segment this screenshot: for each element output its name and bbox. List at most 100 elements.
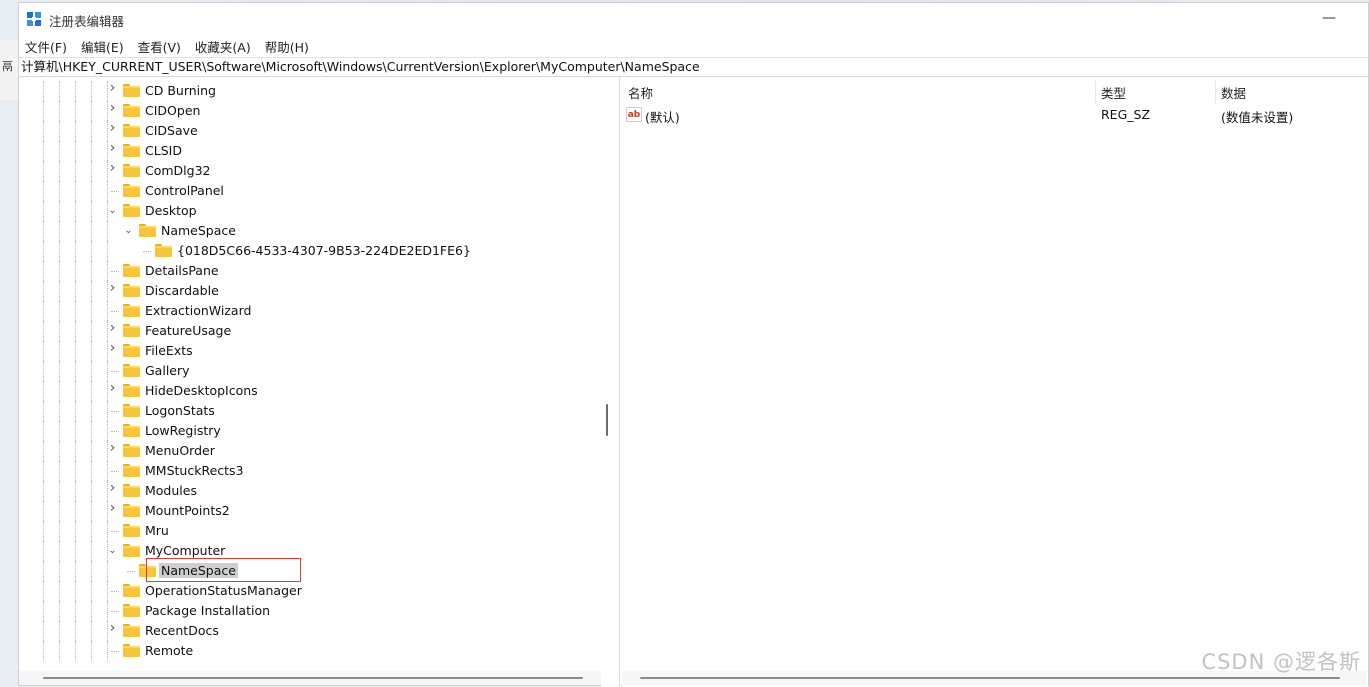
tree-node-label[interactable]: MountPoints2 [145, 503, 230, 518]
chevron-right-icon[interactable]: › [107, 481, 118, 495]
column-header-data[interactable]: 数据 [1221, 83, 1246, 102]
tree-node-label[interactable]: Gallery [145, 363, 190, 378]
chevron-right-icon[interactable]: › [107, 141, 118, 155]
tree-node-label[interactable]: MMStuckRects3 [145, 463, 244, 478]
pane-splitter[interactable] [601, 77, 621, 687]
tree-node[interactable]: › CD Burning [19, 81, 601, 101]
column-header-type[interactable]: 类型 [1101, 83, 1126, 102]
tree-node[interactable]: Package Installation [19, 601, 601, 621]
tree-node-label[interactable]: Discardable [145, 283, 219, 298]
tree-node-label[interactable]: Package Installation [145, 603, 270, 618]
tree-node-label[interactable]: {018D5C66-4533-4307-9B53-224DE2ED1FE6} [177, 243, 471, 258]
minimize-button[interactable]: — [1314, 7, 1344, 29]
tree-node-label[interactable]: RecentDocs [145, 623, 219, 638]
tree-node-label[interactable]: Desktop [145, 203, 197, 218]
tree-node[interactable]: ControlPanel [19, 181, 601, 201]
chevron-right-icon[interactable]: › [107, 621, 118, 635]
menu-view[interactable]: 查看(V) [138, 35, 188, 55]
chevron-down-icon[interactable]: ⌄ [107, 545, 118, 556]
tree-node[interactable]: DetailsPane [19, 261, 601, 281]
tree-vertical-scroll-thumb[interactable] [606, 404, 608, 436]
title-bar[interactable]: 注册表编辑器 — [19, 3, 1368, 35]
tree-scroll-thumb[interactable] [43, 677, 583, 679]
tree-node-label[interactable]: CLSID [145, 143, 182, 158]
column-separator[interactable] [1095, 81, 1096, 103]
tree-node[interactable]: ExtractionWizard [19, 301, 601, 321]
tree-node[interactable]: OperationStatusManager [19, 581, 601, 601]
address-bar[interactable]: 计算机\HKEY_CURRENT_USER\Software\Microsoft… [19, 57, 1368, 77]
tree-guide-line [107, 601, 108, 621]
tree-node-label[interactable]: MyComputer [145, 543, 225, 558]
tree-node-label[interactable]: NameSpace [161, 223, 236, 238]
tree-node-label[interactable]: MenuOrder [145, 443, 215, 458]
tree-node[interactable]: › Modules [19, 481, 601, 501]
tree-node-label[interactable]: FeatureUsage [145, 323, 231, 338]
tree-node[interactable]: › CLSID [19, 141, 601, 161]
tree-node[interactable]: LogonStats [19, 401, 601, 421]
menu-edit[interactable]: 编辑(E) [81, 35, 131, 55]
tree-node-label[interactable]: FileExts [145, 343, 193, 358]
tree-node[interactable]: Remote [19, 641, 601, 661]
tree-node[interactable]: › FeatureUsage [19, 321, 601, 341]
tree-node[interactable]: › HideDesktopIcons [19, 381, 601, 401]
tree-guide-line [59, 421, 60, 441]
tree-horizontal-scrollbar[interactable] [19, 671, 601, 685]
tree-node-label[interactable]: ExtractionWizard [145, 303, 251, 318]
chevron-right-icon[interactable]: › [107, 101, 118, 115]
column-separator[interactable] [1215, 81, 1216, 103]
key-tree-pane[interactable]: › CD Burning › CIDOpen › CIDSave › CLSID › ComDlg… [19, 77, 601, 673]
chevron-right-icon[interactable]: › [107, 381, 118, 395]
tree-node-label[interactable]: Modules [145, 483, 197, 498]
chevron-right-icon[interactable]: › [107, 121, 118, 135]
tree-node[interactable]: LowRegistry [19, 421, 601, 441]
tree-node-label[interactable]: LogonStats [145, 403, 215, 418]
tree-node-label[interactable]: CIDSave [145, 123, 198, 138]
tree-guide-line [91, 301, 92, 321]
menu-help[interactable]: 帮助(H) [265, 35, 316, 55]
tree-node-label[interactable]: Mru [145, 523, 169, 538]
tree-node-label[interactable]: Remote [145, 643, 193, 658]
chevron-right-icon[interactable]: › [107, 441, 118, 455]
column-header-name[interactable]: 名称 [628, 83, 653, 102]
chevron-right-icon[interactable]: › [107, 281, 118, 295]
chevron-down-icon[interactable]: ⌄ [107, 205, 118, 216]
tree-node-label[interactable]: HideDesktopIcons [145, 383, 258, 398]
tree-node[interactable]: ⌄ MyComputer [19, 541, 601, 561]
tree-node[interactable]: ⌄ NameSpace [19, 221, 601, 241]
tree-node-label[interactable]: ComDlg32 [145, 163, 211, 178]
chevron-right-icon[interactable]: › [107, 161, 118, 175]
tree-node-label[interactable]: ControlPanel [145, 183, 224, 198]
tree-node[interactable]: › ComDlg32 [19, 161, 601, 181]
chevron-right-icon[interactable]: › [107, 321, 118, 335]
tree-node[interactable]: ⌄ Desktop [19, 201, 601, 221]
chevron-right-icon[interactable]: › [107, 81, 118, 95]
tree-guide-line [59, 581, 60, 601]
tree-node-label[interactable]: LowRegistry [145, 423, 221, 438]
tree-node[interactable]: {018D5C66-4533-4307-9B53-224DE2ED1FE6} [19, 241, 601, 261]
values-list-pane[interactable]: 名称 类型 数据 ab (默认) REG_SZ (数值未设置) [622, 77, 1368, 687]
tree-node[interactable]: MMStuckRects3 [19, 461, 601, 481]
chevron-right-icon[interactable]: › [107, 341, 118, 355]
tree-node-label[interactable]: CIDOpen [145, 103, 200, 118]
menu-file[interactable]: 文件(F) [25, 35, 74, 55]
tree-node[interactable]: › MenuOrder [19, 441, 601, 461]
tree-node[interactable]: › FileExts [19, 341, 601, 361]
menu-favorites[interactable]: 收藏夹(A) [195, 35, 258, 55]
tree-node[interactable]: › Discardable [19, 281, 601, 301]
tree-node[interactable]: Mru [19, 521, 601, 541]
tree-node[interactable]: › RecentDocs [19, 621, 601, 641]
tree-guide-line [75, 201, 76, 221]
tree-node[interactable]: Gallery [19, 361, 601, 381]
folder-icon [123, 304, 140, 317]
tree-node[interactable]: NameSpace [19, 561, 601, 581]
chevron-down-icon[interactable]: ⌄ [123, 225, 134, 236]
chevron-right-icon[interactable]: › [107, 501, 118, 515]
tree-node[interactable]: › CIDOpen [19, 101, 601, 121]
tree-node-label[interactable]: OperationStatusManager [145, 583, 302, 598]
list-scroll-thumb[interactable] [640, 677, 1340, 679]
tree-node[interactable]: › MountPoints2 [19, 501, 601, 521]
tree-node[interactable]: › CIDSave [19, 121, 601, 141]
folder-icon [123, 384, 140, 397]
tree-node-label[interactable]: DetailsPane [145, 263, 219, 278]
tree-node-label[interactable]: CD Burning [145, 83, 216, 98]
